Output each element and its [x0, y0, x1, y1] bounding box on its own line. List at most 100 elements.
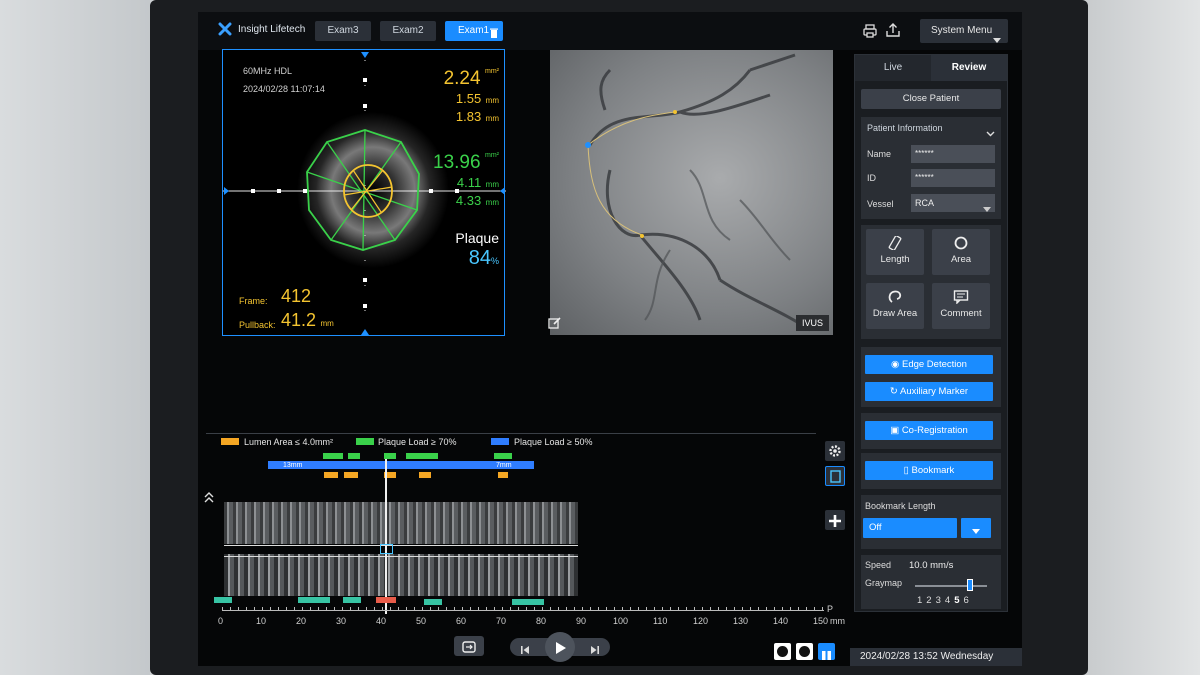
status-time: 13:52 — [912, 651, 938, 662]
chevron-down-icon — [983, 200, 991, 218]
chevron-down-icon — [993, 29, 1001, 53]
lumen-area-unit: mm² — [485, 68, 499, 75]
axis-tick-label: 120 — [693, 616, 709, 626]
play-icon — [556, 641, 566, 659]
status-weekday: Wednesday — [940, 651, 994, 662]
co-registration-label: Co-Registration — [901, 425, 968, 436]
bookmark-tag[interactable] — [343, 597, 361, 603]
bookmark-tag[interactable] — [214, 597, 232, 603]
next-frame-icon[interactable] — [590, 642, 600, 660]
frame-label: Frame: — [239, 296, 268, 306]
graymap-option[interactable]: 1 — [917, 595, 922, 606]
tab-exam1[interactable]: Exam1 — [445, 21, 503, 41]
graymap-scale: 1 2 3 4 5 6 — [917, 595, 969, 606]
bookmark-tag[interactable] — [298, 597, 330, 603]
tab-exam2[interactable]: Exam2 — [380, 21, 436, 41]
lumen-marker — [344, 472, 358, 478]
axis-tick-label: 0 — [218, 616, 224, 626]
graymap-option[interactable]: 3 — [936, 595, 941, 606]
bookmark-view-button[interactable] — [825, 466, 845, 486]
tab-exam3[interactable]: Exam3 — [315, 21, 371, 41]
co-registration-button[interactable]: ▣ Co-Registration — [865, 421, 993, 440]
previous-frame-icon[interactable] — [520, 642, 530, 660]
layout-button-3[interactable] — [818, 643, 835, 660]
tab-live[interactable]: Live — [855, 55, 931, 81]
legend-plaque-70: Plaque Load ≥ 70% — [378, 437, 457, 447]
edge-detection-button[interactable]: ◉ Edge Detection — [865, 355, 993, 374]
angiography-view[interactable]: IVUS — [548, 50, 833, 335]
bookmark-tag[interactable] — [424, 599, 442, 605]
draw-area-icon — [887, 290, 903, 304]
trash-icon[interactable] — [490, 26, 498, 46]
longitudinal-view-lower[interactable] — [224, 554, 578, 596]
right-control-panel: Live Review Close Patient Patient Inform… — [854, 54, 1008, 612]
print-icon[interactable] — [863, 24, 877, 43]
layout-button-1[interactable] — [774, 643, 791, 660]
speed-value: 10.0 — [909, 560, 928, 571]
comment-icon — [953, 290, 969, 305]
tab-review[interactable]: Review — [931, 55, 1007, 81]
plaque-unit: % — [490, 256, 499, 266]
name-field[interactable]: ****** — [911, 145, 995, 163]
settings-button[interactable] — [825, 441, 845, 461]
longitudinal-divider — [224, 556, 578, 557]
axis-tick-label: 130 — [733, 616, 749, 626]
draw-area-tool-button[interactable]: Draw Area — [866, 283, 924, 329]
graymap-option-selected[interactable]: 5 — [954, 595, 959, 606]
plaque70-marker — [418, 453, 438, 459]
loop-button[interactable] — [454, 636, 484, 656]
tab-exam1-label: Exam1 — [458, 25, 490, 36]
system-menu-button[interactable]: System Menu — [920, 19, 1008, 43]
longitudinal-divider — [224, 545, 578, 546]
longitudinal-legend: Lumen Area ≤ 4.0mm² Plaque Load ≥ 70% Pl… — [206, 433, 816, 447]
draw-area-tool-label: Draw Area — [872, 308, 918, 319]
graymap-option[interactable]: 2 — [926, 595, 931, 606]
vessel-area-value: 13.96 — [433, 152, 481, 173]
bookmark-length-dropdown[interactable] — [961, 518, 991, 538]
add-button[interactable] — [825, 510, 845, 530]
axis-tick-label: 150 — [813, 616, 829, 626]
axis-unit-label: mm — [830, 616, 845, 626]
length-tool-button[interactable]: Length — [866, 229, 924, 275]
longitudinal-view-upper[interactable] — [224, 502, 578, 544]
ivus-cross-section-view[interactable]: 60MHz HDL 2024/02/28 11:07:14 2.24 mm² 1… — [222, 49, 506, 336]
collapse-icon[interactable] — [204, 490, 214, 508]
circle-layout-icon — [777, 646, 788, 657]
play-button[interactable] — [545, 632, 575, 662]
export-icon[interactable] — [886, 23, 900, 43]
close-patient-button[interactable]: Close Patient — [861, 89, 1001, 109]
graymap-slider-handle[interactable] — [967, 579, 973, 591]
graymap-slider-track[interactable] — [915, 585, 987, 587]
pullback-value: 41.2 — [281, 310, 317, 330]
plaque50-segment-bar — [268, 461, 534, 469]
edge-detection-label: Edge Detection — [901, 359, 967, 370]
chevron-up-icon[interactable] — [986, 124, 995, 142]
status-datetime: 2024/02/28 13:52 Wednesday — [850, 648, 1022, 666]
bookmark-tag[interactable] — [512, 599, 544, 605]
axis-tick-label: 110 — [653, 616, 668, 626]
comment-tool-label: Comment — [940, 308, 982, 319]
graymap-option[interactable]: 4 — [945, 595, 950, 606]
vessel-select[interactable]: RCA — [911, 194, 995, 212]
bookmark-length-select[interactable]: Off — [863, 518, 957, 538]
loop-icon — [462, 640, 476, 658]
axis-tick-label: 140 — [773, 616, 789, 626]
lumen-d1-unit: mm — [485, 96, 499, 105]
speed-graymap-section: Speed 10.0 mm/s Graymap 1 2 3 4 5 6 — [861, 555, 1001, 609]
graymap-option[interactable]: 6 — [963, 595, 968, 606]
layout-button-2[interactable] — [796, 643, 813, 660]
legend-swatch-plaque50 — [491, 438, 509, 445]
current-frame-tag[interactable] — [376, 597, 396, 603]
area-tool-button[interactable]: Area — [932, 229, 990, 275]
frame-cursor-handle[interactable] — [380, 544, 393, 554]
edge-detection-icon: ◉ — [891, 359, 900, 370]
id-field[interactable]: ****** — [911, 169, 995, 187]
lumen-diameter-1: 1.55 — [455, 91, 482, 106]
comment-tool-button[interactable]: Comment — [932, 283, 990, 329]
edit-icon[interactable] — [548, 316, 562, 335]
bookmark-button[interactable]: ▯ Bookmark — [865, 461, 993, 480]
frame-cursor-line[interactable] — [385, 459, 387, 614]
auxiliary-marker-button[interactable]: ↻ Auxiliary Marker — [865, 382, 993, 401]
lumen-d2-unit: mm — [485, 114, 499, 123]
plus-icon — [829, 514, 841, 532]
